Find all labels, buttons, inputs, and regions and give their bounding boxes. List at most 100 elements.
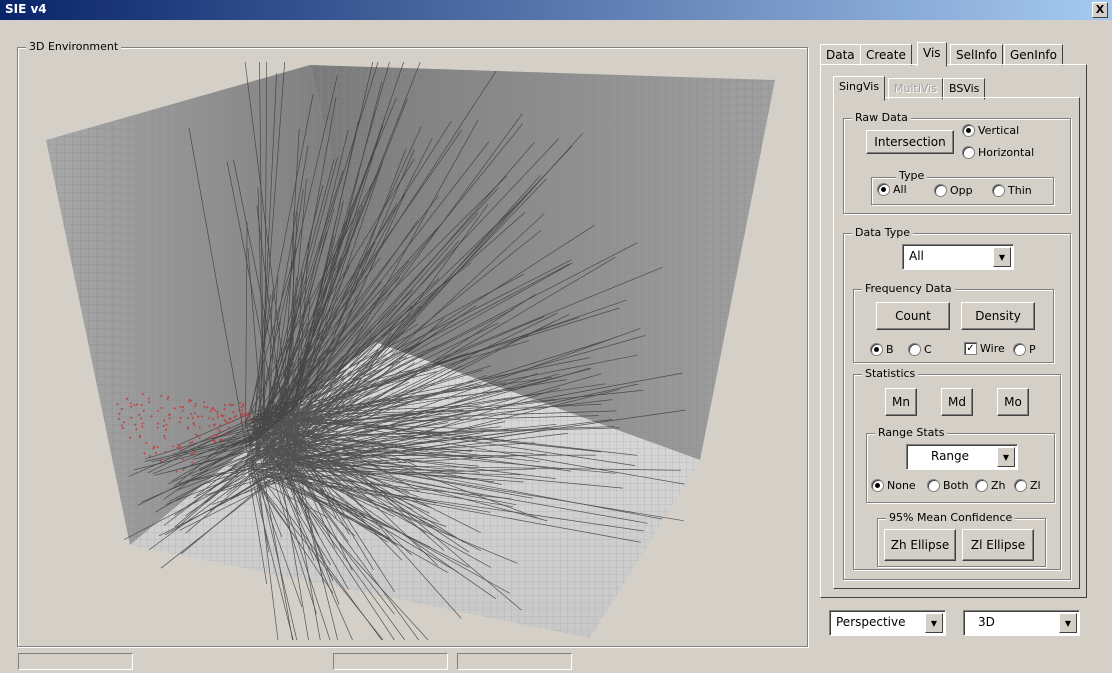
tab-singvis[interactable]: SingVis: [833, 76, 886, 101]
data-point: [212, 418, 215, 421]
data-point: [188, 398, 191, 401]
data-point: [248, 418, 251, 421]
none-label: None: [887, 479, 916, 492]
p-radio[interactable]: P: [1013, 343, 1036, 356]
data-point: [126, 397, 129, 400]
data-point: [245, 417, 248, 420]
wire-checkbox[interactable]: ✓ Wire: [964, 342, 1005, 355]
data-point: [201, 415, 203, 418]
data-point: [175, 470, 178, 473]
data-point: [193, 405, 196, 408]
data-point: [248, 414, 251, 417]
data-point: [156, 426, 159, 429]
data-point: [211, 408, 214, 411]
tab-geninfo[interactable]: GenInfo: [1004, 44, 1063, 66]
mo-button[interactable]: Mo: [997, 388, 1029, 416]
density-button[interactable]: Density: [961, 302, 1035, 330]
data-point: [242, 404, 245, 407]
data-point: [136, 403, 138, 406]
md-button[interactable]: Md: [941, 388, 973, 416]
data-point: [178, 421, 181, 424]
type-thin-label: Thin: [1008, 184, 1032, 197]
data-point: [186, 417, 189, 420]
chevron-down-icon: ▼: [1059, 613, 1077, 633]
zl-ellipse-button[interactable]: Zl Ellipse: [962, 529, 1034, 561]
data-point: [140, 404, 143, 406]
data-point: [140, 417, 143, 420]
status-box-1: [18, 653, 133, 670]
zl-radio-dot: [1014, 479, 1027, 492]
data-point: [145, 442, 148, 444]
3d-viewport[interactable]: [24, 60, 804, 642]
data-point: [218, 430, 221, 433]
data-point: [240, 421, 242, 423]
c-radio-dot: [908, 343, 921, 356]
data-point: [216, 410, 219, 413]
data-point: [194, 403, 197, 405]
zh-radio[interactable]: Zh: [975, 479, 1006, 492]
vertical-radio[interactable]: Vertical: [962, 124, 1019, 137]
data-type-label: Data Type: [852, 226, 914, 239]
data-point: [240, 414, 243, 417]
tab-selinfo[interactable]: SelInfo: [950, 44, 1004, 66]
data-point: [116, 403, 119, 406]
c-radio[interactable]: C: [908, 343, 932, 356]
data-point: [192, 422, 195, 425]
data-point: [239, 402, 242, 404]
data-point: [148, 455, 151, 458]
b-radio[interactable]: B: [870, 343, 894, 356]
data-point: [147, 397, 150, 400]
type-thin-radio[interactable]: Thin: [992, 184, 1032, 197]
range-select[interactable]: Range ▼: [906, 444, 1018, 470]
zh-ellipse-button[interactable]: Zh Ellipse: [884, 529, 956, 561]
mode-select[interactable]: 3D ▼: [963, 610, 1080, 636]
data-point: [241, 409, 244, 412]
tab-vis[interactable]: Vis: [917, 42, 947, 67]
none-radio-dot: [871, 479, 884, 492]
intersection-button[interactable]: Intersection: [866, 130, 954, 154]
tab-create[interactable]: Create: [860, 44, 912, 66]
data-point: [152, 447, 155, 450]
type-all-radio[interactable]: All: [877, 183, 907, 196]
data-point: [228, 403, 231, 406]
data-point: [216, 433, 219, 436]
window-title: SIE v4: [5, 2, 47, 16]
zh-radio-dot: [975, 479, 988, 492]
data-point: [198, 437, 201, 440]
main-tabs: Data Create Vis SelInfo GenInfo: [820, 42, 1110, 67]
vertical-label: Vertical: [978, 124, 1020, 137]
data-point: [120, 408, 123, 411]
zl-radio[interactable]: Zl: [1014, 479, 1041, 492]
data-point: [194, 433, 197, 436]
data-point: [122, 427, 124, 430]
count-button[interactable]: Count: [876, 302, 950, 330]
data-point: [212, 434, 215, 437]
data-point: [194, 450, 197, 453]
data-point: [202, 401, 205, 404]
type-opp-label: Opp: [950, 184, 973, 197]
tab-data[interactable]: Data: [820, 44, 861, 66]
status-box-2: [333, 653, 448, 670]
data-point: [150, 415, 153, 418]
horizontal-label: Horizontal: [978, 146, 1035, 159]
data-point: [238, 409, 241, 412]
projection-select[interactable]: Perspective ▼: [829, 610, 946, 636]
data-point: [203, 405, 206, 408]
data-point: [218, 439, 221, 441]
mn-button[interactable]: Mn: [885, 388, 917, 416]
data-point: [118, 412, 121, 415]
data-point: [179, 445, 182, 448]
data-point: [129, 436, 132, 439]
data-point: [197, 415, 200, 418]
chevron-down-icon: ▼: [993, 247, 1011, 267]
none-radio[interactable]: None: [871, 479, 916, 492]
data-point: [130, 405, 133, 408]
both-radio[interactable]: Both: [927, 479, 969, 492]
data-point: [154, 452, 157, 454]
horizontal-radio[interactable]: Horizontal: [962, 146, 1034, 159]
type-all-dot: [877, 183, 890, 196]
b-radio-dot: [870, 343, 883, 356]
close-button[interactable]: X: [1092, 2, 1108, 18]
data-type-select[interactable]: All ▼: [902, 244, 1014, 270]
type-opp-radio[interactable]: Opp: [934, 184, 973, 197]
